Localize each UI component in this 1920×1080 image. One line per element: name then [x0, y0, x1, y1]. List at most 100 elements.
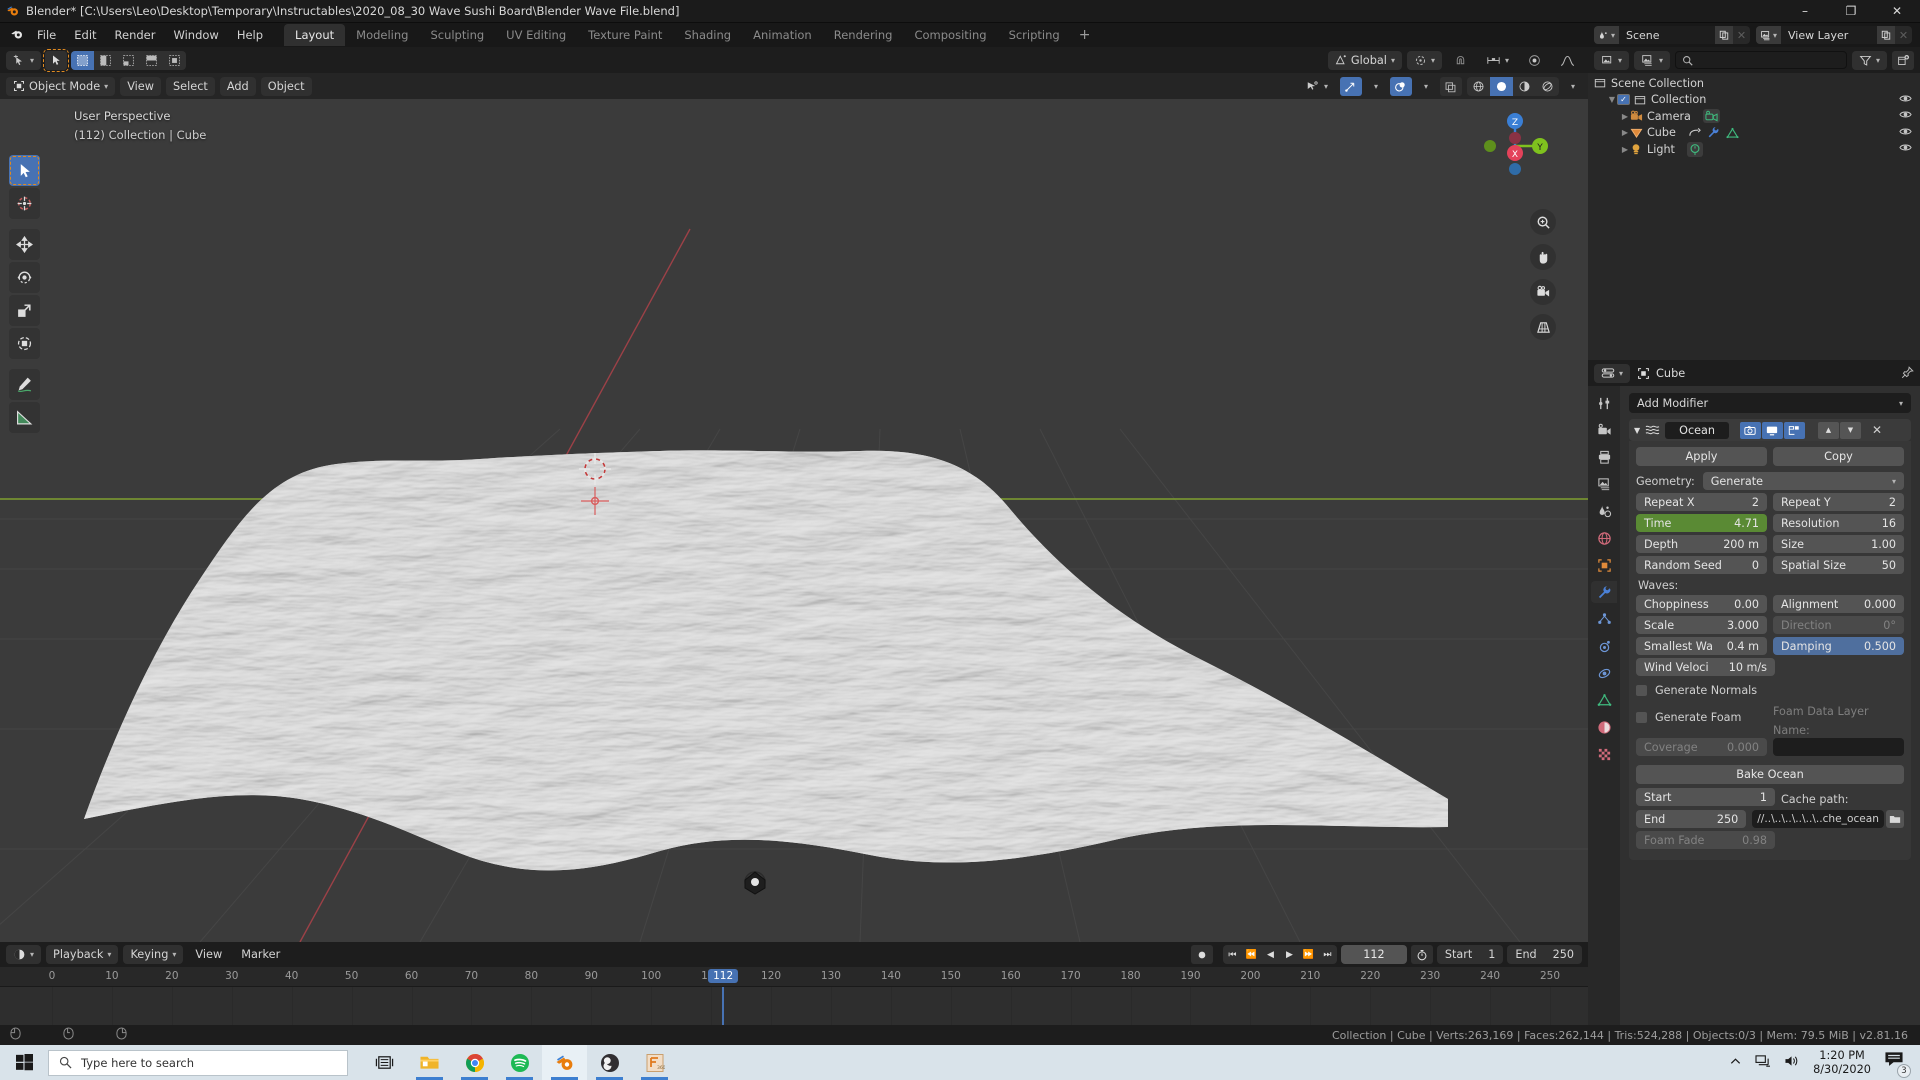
task-view-icon[interactable]: [362, 1045, 407, 1080]
tool-cursor-icon[interactable]: [9, 188, 40, 219]
camera-data-icon[interactable]: [1703, 109, 1720, 123]
timeline-editor-type-icon[interactable]: ▾: [6, 945, 41, 964]
select-extend-icon[interactable]: [94, 51, 117, 70]
current-frame-field[interactable]: 112: [1341, 945, 1407, 964]
material-preview-shading-icon[interactable]: [1513, 77, 1536, 96]
light-data-icon[interactable]: [1687, 142, 1703, 157]
workspace-tab-uv-editing[interactable]: UV Editing: [495, 24, 577, 46]
outliner-row-collection[interactable]: ▼✓Collection: [1588, 92, 1920, 109]
menu-render[interactable]: Render: [106, 26, 165, 44]
timeline-menu-playback[interactable]: Playback▾: [46, 945, 118, 964]
add-workspace-button[interactable]: +: [1071, 27, 1099, 43]
solid-shading-icon[interactable]: [1490, 77, 1513, 96]
timeline-playhead[interactable]: [722, 987, 724, 1025]
new-view-layer-icon[interactable]: [1877, 26, 1895, 44]
minimize-button[interactable]: –: [1782, 0, 1828, 23]
workspace-tab-layout[interactable]: Layout: [284, 24, 345, 46]
camera-view-icon[interactable]: [1530, 279, 1556, 305]
tab-scene[interactable]: [1591, 500, 1617, 522]
copy-modifier-button[interactable]: Copy: [1773, 447, 1904, 466]
wireframe-shading-icon[interactable]: [1467, 77, 1490, 96]
workspace-tab-texture-paint[interactable]: Texture Paint: [577, 24, 673, 46]
network-icon[interactable]: [1755, 1054, 1771, 1071]
show-hidden-icons-icon[interactable]: [1729, 1055, 1742, 1071]
pivot-point-dropdown[interactable]: ▾: [1407, 51, 1442, 70]
snap-target-dropdown[interactable]: ▾: [1479, 51, 1516, 70]
outliner-editor-type-icon[interactable]: ▾: [1594, 51, 1629, 70]
use-preview-range-icon[interactable]: [1411, 945, 1433, 964]
cache-path-input[interactable]: //..\..\..\..\..\..che_ocean: [1752, 810, 1884, 828]
tab-modifiers[interactable]: [1591, 581, 1617, 603]
viewport-menu-object[interactable]: Object: [261, 77, 312, 96]
viewport-menu-add[interactable]: Add: [220, 77, 256, 96]
visibility-eye-icon[interactable]: [1899, 142, 1912, 156]
next-keyframe-button[interactable]: ⏩: [1299, 945, 1318, 964]
move-modifier-up-button[interactable]: ▲: [1818, 422, 1839, 439]
proportional-falloff-dropdown[interactable]: [1553, 51, 1582, 70]
workspace-tab-rendering[interactable]: Rendering: [823, 24, 904, 46]
xray-toggle-icon[interactable]: [1440, 77, 1462, 96]
shading-dropdown[interactable]: ▾: [1564, 77, 1582, 96]
tab-constraints[interactable]: [1591, 662, 1617, 684]
tab-object-data[interactable]: [1591, 689, 1617, 711]
field-resolution[interactable]: Resolution16: [1773, 514, 1904, 532]
volume-icon[interactable]: [1784, 1054, 1800, 1071]
tab-world[interactable]: [1591, 527, 1617, 549]
outliner-display-mode-dropdown[interactable]: ▾: [1634, 51, 1670, 70]
tab-material[interactable]: [1591, 716, 1617, 738]
chrome-icon[interactable]: [452, 1045, 497, 1080]
tool-select-box-icon[interactable]: [9, 155, 40, 186]
workspace-tab-modeling[interactable]: Modeling: [345, 24, 419, 46]
view-layer-name[interactable]: View Layer: [1781, 26, 1877, 44]
modifier-name-field[interactable]: Ocean: [1665, 422, 1729, 439]
tool-scale-icon[interactable]: [9, 295, 40, 326]
timeline-menu-keying[interactable]: Keying▾: [123, 945, 183, 964]
disclosure-triangle-icon[interactable]: ▶: [1620, 128, 1630, 137]
taskbar-clock[interactable]: 1:20 PM 8/30/2020: [1813, 1049, 1871, 1077]
properties-editor-type-icon[interactable]: ▾: [1594, 364, 1630, 383]
jump-to-end-button[interactable]: ⏭: [1318, 945, 1337, 964]
tool-transform-icon[interactable]: [9, 328, 40, 359]
tweak-tool-icon[interactable]: [45, 51, 67, 70]
notifications-icon[interactable]: 3: [1884, 1051, 1908, 1075]
scene-selector[interactable]: ▾ Scene ✕: [1594, 26, 1750, 44]
scene-name[interactable]: Scene: [1619, 26, 1715, 44]
tab-physics[interactable]: [1591, 635, 1617, 657]
timeline-menu-marker[interactable]: Marker: [234, 945, 287, 964]
bake-end-field[interactable]: End 250: [1636, 810, 1746, 828]
coverage-field[interactable]: Coverage 0.000: [1636, 738, 1767, 756]
playhead-frame-label[interactable]: 112: [708, 969, 738, 983]
blender-taskbar-icon[interactable]: [542, 1045, 587, 1080]
taskbar-search-input[interactable]: Type here to search: [48, 1050, 348, 1076]
remove-view-layer-icon[interactable]: ✕: [1895, 26, 1912, 44]
animation-icon[interactable]: [1688, 127, 1701, 139]
rendered-shading-icon[interactable]: [1536, 77, 1559, 96]
field-smallest-wa[interactable]: Smallest Wa0.4 m: [1636, 637, 1767, 655]
apply-modifier-button[interactable]: Apply: [1636, 447, 1767, 466]
outliner-row-light[interactable]: ▶Light: [1588, 141, 1920, 158]
field-damping[interactable]: Damping0.500: [1773, 637, 1904, 655]
tab-output[interactable]: [1591, 446, 1617, 468]
visibility-eye-icon[interactable]: [1899, 126, 1912, 140]
tool-rotate-icon[interactable]: [9, 262, 40, 293]
visibility-eye-icon[interactable]: [1899, 93, 1912, 107]
toggle-perspective-icon[interactable]: [1530, 314, 1556, 340]
field-random-seed[interactable]: Random Seed0: [1636, 556, 1767, 574]
select-set-icon[interactable]: [71, 51, 94, 70]
show-gizmo-icon[interactable]: [1340, 77, 1362, 96]
object-visibility-dropdown[interactable]: ▾: [1299, 77, 1335, 96]
tab-render[interactable]: [1591, 419, 1617, 441]
viewport-canvas[interactable]: User Perspective (112) Collection | Cube: [0, 99, 1588, 942]
play-button[interactable]: ▶: [1280, 945, 1299, 964]
render-visibility-icon[interactable]: [1740, 422, 1761, 439]
workspace-tab-shading[interactable]: Shading: [673, 24, 742, 46]
mesh-data-icon[interactable]: [1726, 127, 1739, 139]
field-direction[interactable]: Direction0°: [1773, 616, 1904, 634]
view-layer-selector[interactable]: ▾ View Layer ✕: [1756, 26, 1912, 44]
outliner-filter-icon[interactable]: ▾: [1852, 51, 1887, 70]
frame-end-field[interactable]: End250: [1507, 945, 1582, 964]
show-overlays-icon[interactable]: [1390, 77, 1412, 96]
auto-keying-icon[interactable]: [1191, 945, 1213, 964]
select-subtract-icon[interactable]: [117, 51, 140, 70]
play-reverse-button[interactable]: ◀: [1261, 945, 1280, 964]
